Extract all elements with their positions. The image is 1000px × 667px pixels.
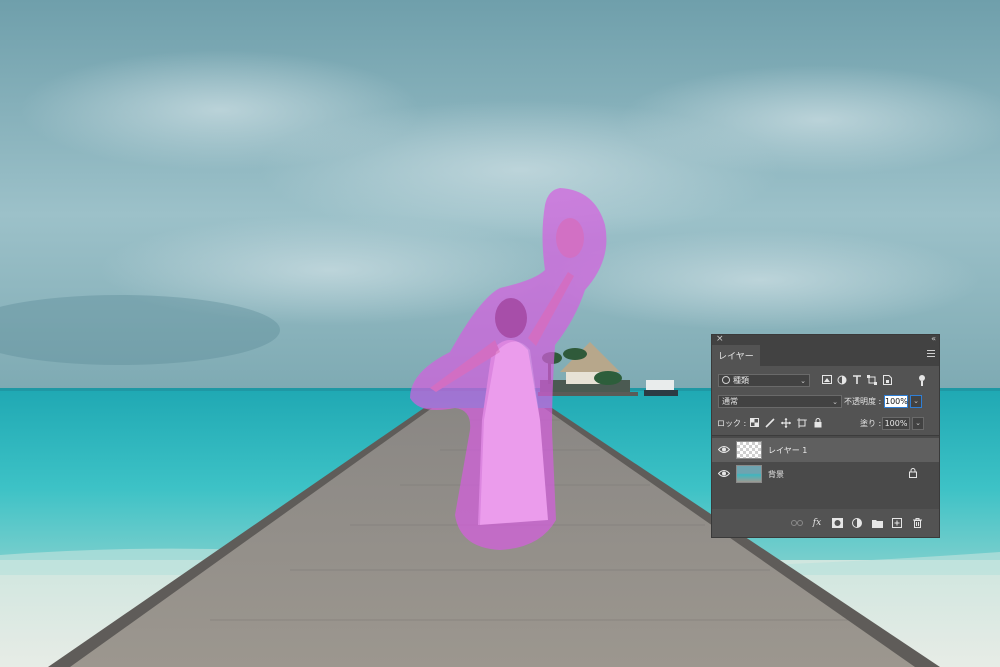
lock-all-icon[interactable] — [813, 417, 823, 428]
panel-menu-icon[interactable] — [927, 350, 935, 359]
opacity-slider-button[interactable]: ⌄ — [910, 395, 922, 408]
filter-row: 種類 ⌄ — [712, 371, 939, 391]
image-filter-icon[interactable] — [822, 374, 832, 385]
chevron-down-icon: ⌄ — [832, 398, 838, 406]
layer-thumbnail — [736, 441, 762, 459]
layer-mask-icon[interactable] — [831, 517, 843, 529]
layer-kind-filter[interactable]: 種類 ⌄ — [718, 374, 810, 387]
lock-position-icon[interactable] — [781, 417, 791, 428]
trash-icon[interactable] — [911, 517, 923, 529]
layer-row[interactable]: レイヤー 1 — [712, 438, 939, 462]
filter-icons — [822, 374, 892, 385]
layers-list: レイヤー 1 背景 — [712, 435, 939, 510]
layers-panel: × « レイヤー 種類 ⌄ 通常 ⌄ 不透明度: 100% ⌄ ロック: 塗… — [711, 334, 940, 538]
blend-row: 通常 ⌄ 不透明度 : 100% ⌄ — [712, 392, 939, 412]
panel-tab-row: レイヤー — [712, 345, 939, 366]
layer-kind-label: 種類 — [733, 376, 749, 385]
eye-icon[interactable] — [718, 468, 730, 479]
link-layers-icon[interactable] — [791, 517, 803, 529]
collapse-icon[interactable]: « — [931, 334, 936, 343]
shape-filter-icon[interactable] — [867, 374, 877, 385]
type-filter-icon[interactable] — [852, 374, 862, 385]
fx-icon[interactable]: fx — [811, 517, 823, 529]
fill-input[interactable]: 100% — [882, 417, 910, 430]
layer-name[interactable]: 背景 — [768, 469, 784, 480]
opacity-input[interactable]: 100% — [884, 395, 908, 408]
layer-name[interactable]: レイヤー 1 — [768, 445, 807, 456]
lock-label: ロック : — [717, 419, 747, 428]
fill-label: 塗り : — [860, 419, 882, 428]
chevron-down-icon: ⌄ — [800, 377, 806, 385]
panel-title-bar[interactable]: × « — [712, 334, 939, 345]
lock-image-pixels-icon[interactable] — [765, 417, 775, 428]
close-icon[interactable]: × — [716, 334, 724, 344]
layer-row[interactable]: 背景 — [712, 462, 939, 486]
adjustment-filter-icon[interactable] — [837, 374, 847, 385]
layer-thumbnail — [736, 465, 762, 483]
adjustment-layer-icon[interactable] — [851, 517, 863, 529]
opacity-label: 不透明度 : — [844, 397, 882, 406]
layers-bottom-toolbar: fx — [712, 509, 939, 537]
tab-layers-label: レイヤー — [718, 352, 754, 362]
lock-icon — [909, 468, 917, 478]
tab-layers[interactable]: レイヤー — [712, 345, 760, 366]
eye-icon[interactable] — [718, 444, 730, 455]
lock-icons — [749, 417, 823, 428]
fill-slider-button[interactable]: ⌄ — [912, 417, 924, 430]
smart-object-filter-icon[interactable] — [882, 374, 892, 385]
blend-mode-select[interactable]: 通常 ⌄ — [718, 395, 842, 408]
new-layer-icon[interactable] — [891, 517, 903, 529]
group-folder-icon[interactable] — [871, 517, 883, 529]
blend-mode-value: 通常 — [722, 397, 738, 406]
search-icon — [722, 376, 730, 384]
lock-artboard-icon[interactable] — [797, 417, 807, 428]
lock-transparent-pixels-icon[interactable] — [749, 417, 759, 428]
lock-row: ロック : 塗り : 100% ⌄ — [712, 414, 939, 434]
